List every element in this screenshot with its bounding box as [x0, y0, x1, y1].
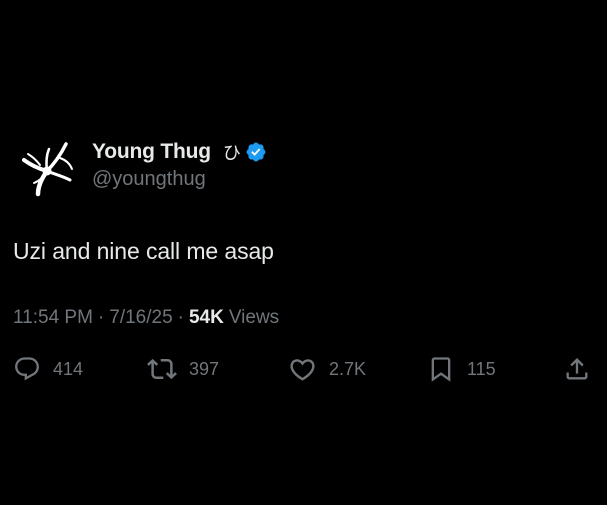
action-bar: 414 397 2.7K 115	[0, 352, 607, 386]
tweet-card: Young Thug ひ @youngthug Uzi and nine cal…	[0, 0, 607, 505]
tweet-time[interactable]: 11:54 PM	[13, 307, 93, 329]
user-handle[interactable]: @youngthug	[92, 168, 206, 191]
meta-separator: ·	[177, 307, 184, 328]
display-name[interactable]: Young Thug	[92, 140, 211, 164]
splash-logo-icon	[22, 142, 73, 197]
name-row: Young Thug ひ	[92, 139, 267, 165]
tweet-text: Uzi and nine call me asap	[13, 238, 274, 264]
bookmark-icon	[431, 357, 451, 382]
tweet-date[interactable]: 7/16/25	[109, 307, 172, 329]
avatar[interactable]	[16, 136, 78, 198]
repost-count: 397	[189, 358, 220, 379]
views-label: Views	[228, 307, 280, 328]
share-button[interactable]	[563, 352, 591, 386]
heart-icon	[290, 358, 315, 381]
meta-separator: ·	[97, 307, 105, 328]
repost-button[interactable]: 397	[147, 352, 219, 386]
share-icon	[566, 358, 588, 380]
reply-icon	[15, 357, 39, 381]
repost-icon	[147, 358, 177, 380]
name-suffix: ひ	[222, 143, 241, 163]
like-count: 2.7K	[329, 358, 367, 379]
bookmark-button[interactable]: 115	[427, 352, 496, 386]
bookmark-count: 115	[467, 358, 496, 379]
verified-badge-icon	[245, 141, 267, 163]
tweet-meta: 11:54 PM · 7/16/25 · 54K Views	[13, 307, 279, 329]
views-count: 54K	[188, 307, 224, 328]
reply-button[interactable]: 414	[13, 352, 83, 386]
like-button[interactable]: 2.7K	[288, 352, 366, 386]
reply-count: 414	[53, 358, 84, 379]
